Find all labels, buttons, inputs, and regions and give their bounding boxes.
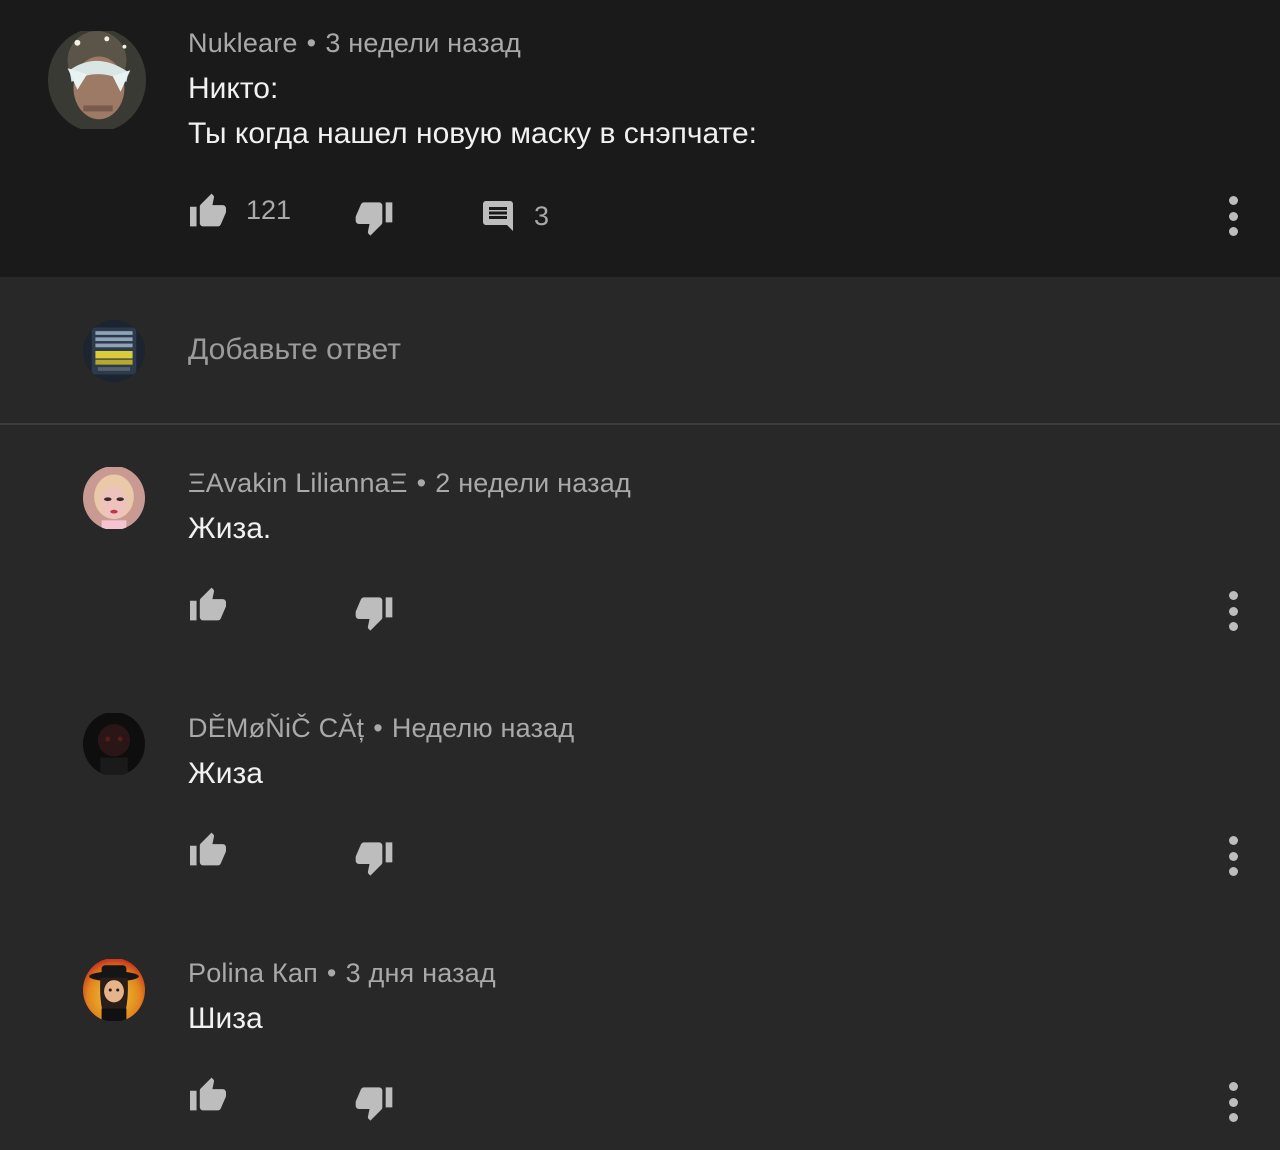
avatar-image: [83, 959, 145, 1021]
dislike-button[interactable]: [354, 840, 394, 878]
comment-time: 3 недели назад: [325, 28, 521, 58]
comment-author[interactable]: DĚMøŇiČ CĂț: [188, 713, 364, 743]
thumbs-up-icon: [190, 587, 226, 621]
thumbs-down-icon: [355, 1087, 393, 1121]
comment-author[interactable]: Polina Кап: [188, 958, 318, 988]
thumbs-up-icon: [190, 1077, 226, 1111]
meta-separator: •: [373, 713, 383, 743]
more-dot: [1228, 196, 1238, 205]
parent-comment: Nukleare • 3 недели назад Никто: Ты когда …: [0, 0, 1280, 277]
more-dot: [1228, 591, 1238, 600]
comment-author[interactable]: Nukleare: [188, 28, 298, 58]
more-dot: [1228, 867, 1238, 876]
avatar-image: [83, 713, 145, 775]
comment-time: 3 дня назад: [345, 958, 496, 988]
comment-text-line: Никто:: [188, 72, 279, 105]
more-dot: [1228, 622, 1238, 631]
more-dot: [1228, 851, 1238, 861]
more-vert-icon[interactable]: [1220, 196, 1246, 236]
comment-meta: Nukleare • 3 недели назад: [188, 28, 521, 59]
more-dot: [1228, 227, 1238, 236]
comment-meta: ΞAvakin LiliannaΞ • 2 недели назад: [188, 468, 631, 499]
comment-text: Шиза: [188, 1002, 263, 1035]
avatar-image: [48, 31, 146, 129]
more-dot: [1228, 836, 1238, 845]
more-vert-icon[interactable]: [1220, 591, 1246, 631]
avatar[interactable]: [83, 958, 145, 1022]
thumbs-down-icon: [355, 202, 393, 236]
add-reply-input[interactable]: Добавьте ответ: [188, 333, 401, 367]
thumbs-up-icon: [190, 832, 226, 866]
comment-text: Жиза.: [188, 512, 272, 545]
like-button[interactable]: 121: [188, 192, 291, 228]
reply-count-button[interactable]: 3: [480, 198, 549, 234]
meta-separator: •: [416, 468, 427, 498]
like-button[interactable]: [188, 586, 228, 622]
meta-separator: •: [326, 958, 337, 988]
reply-count: 3: [534, 200, 550, 231]
avatar-image: [83, 467, 145, 529]
like-button[interactable]: [188, 831, 228, 867]
more-dot: [1228, 1113, 1238, 1122]
thumbs-up-icon: [190, 193, 226, 227]
more-vert-icon[interactable]: [1220, 836, 1246, 876]
comment-icon: [483, 201, 513, 231]
more-dot: [1228, 211, 1238, 221]
comment-time: 2 недели назад: [435, 468, 631, 498]
avatar-image: [83, 320, 145, 382]
current-user-avatar: [83, 320, 145, 382]
meta-separator: •: [306, 28, 317, 58]
comment-text: Жиза: [188, 757, 263, 790]
avatar[interactable]: [83, 712, 145, 776]
more-dot: [1228, 1097, 1238, 1107]
thumbs-down-icon: [355, 842, 393, 876]
more-vert-icon[interactable]: [1220, 1082, 1246, 1122]
comment-time: Неделю назад: [391, 713, 575, 743]
like-button[interactable]: [188, 1076, 228, 1112]
comment-author[interactable]: ΞAvakin LiliannaΞ: [188, 468, 408, 498]
comment-thread: Nukleare • 3 недели назад Никто: Ты когда …: [0, 0, 1280, 1150]
avatar[interactable]: [83, 466, 145, 530]
thumbs-down-icon: [355, 597, 393, 631]
comment-meta: Polina Кап • 3 дня назад: [188, 958, 496, 989]
comment-meta: DĚMøŇiČ CĂț • Неделю назад: [188, 713, 574, 744]
avatar[interactable]: [48, 28, 146, 132]
comment-text-line: Ты когда нашел новую маску в снэпчате:: [188, 117, 757, 150]
like-count: 121: [246, 194, 292, 225]
more-dot: [1228, 606, 1238, 616]
dislike-button[interactable]: [354, 200, 394, 238]
dislike-button[interactable]: [354, 1085, 394, 1123]
more-dot: [1228, 1082, 1238, 1091]
dislike-button[interactable]: [354, 595, 394, 633]
